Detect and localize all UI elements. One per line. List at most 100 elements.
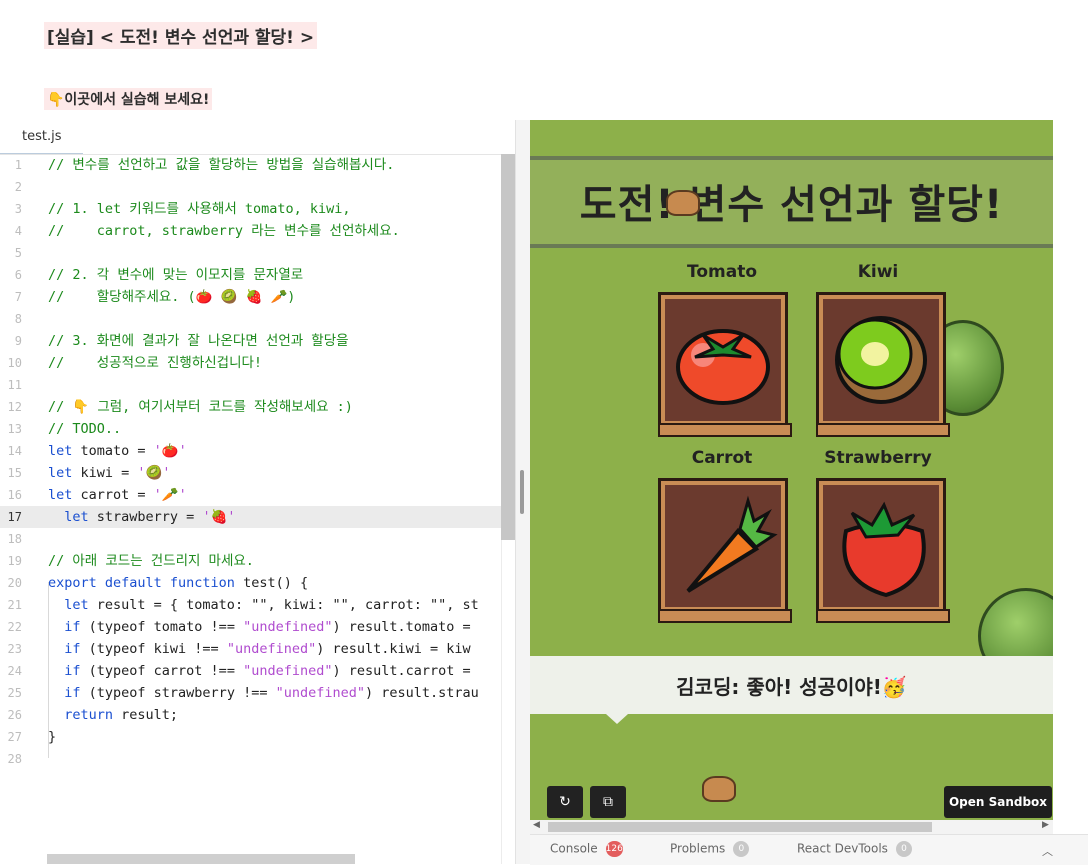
code-segment: export default function (48, 575, 235, 591)
tab-react-devtools[interactable]: React DevTools 0 (797, 841, 912, 857)
code-segment: (typeof tomato !== (80, 619, 244, 635)
code-line[interactable]: 3 // 1. let 키워드를 사용해서 tomato, kiwi, (0, 198, 515, 220)
tab-console[interactable]: Console 126 (550, 841, 623, 857)
open-new-window-button[interactable]: ⧉ (590, 786, 626, 818)
code-line[interactable]: 8 (0, 308, 515, 330)
code-segment: tomato = (72, 443, 154, 459)
code-line[interactable]: 22 if (typeof tomato !== "undefined") re… (0, 616, 515, 638)
code-segment: result = { tomato: "", kiwi: "", carrot:… (88, 597, 479, 613)
scroll-left-arrow-icon[interactable]: ◀ (533, 820, 540, 830)
code-segment: let (48, 509, 89, 525)
line-number: 13 (7, 422, 22, 436)
code-text: // TODO.. (48, 418, 121, 440)
item-label-kiwi: Kiwi (857, 262, 899, 282)
code-line[interactable]: 2 (0, 176, 515, 198)
code-segment: // carrot, strawberry 라는 변수를 선언하세요. (48, 223, 400, 239)
code-text: let kiwi = '🥝' (48, 462, 171, 484)
dialog-tail (606, 714, 628, 724)
refresh-button[interactable]: ↻ (547, 786, 583, 818)
fruit-box-tomato (658, 292, 792, 437)
preview-horizontal-scroll-thumb[interactable] (548, 822, 932, 832)
code-line[interactable]: 20 export default function test() { (0, 572, 515, 594)
code-line[interactable]: 9 // 3. 화면에 결과가 잘 나온다면 선언과 할당을 (0, 330, 515, 352)
code-segment: "undefined" (226, 641, 317, 657)
indent-guide (48, 582, 49, 758)
code-line[interactable]: 21 let result = { tomato: "", kiwi: "", … (0, 594, 515, 616)
code-segment: // 성공적으로 진행하신겁니다! (48, 355, 263, 371)
line-number: 6 (14, 268, 22, 282)
line-number: 5 (14, 246, 22, 260)
open-sandbox-button[interactable]: Open Sandbox (944, 786, 1052, 818)
code-line[interactable]: 1 // 변수를 선언하고 값을 할당하는 방법을 실습해봅시다. (0, 154, 515, 176)
line-number: 4 (14, 224, 22, 238)
line-number: 26 (7, 708, 22, 722)
line-number: 18 (7, 532, 22, 546)
code-text: if (typeof carrot !== "undefined") resul… (48, 660, 471, 682)
fruit-box-kiwi (816, 292, 950, 437)
strawberry-icon (842, 501, 926, 598)
code-line[interactable]: 12 // 👇 그럼, 여기서부터 코드를 작성해보세요 :) (0, 396, 515, 418)
code-segment: kiwi = (72, 465, 138, 481)
code-segment: if (48, 663, 81, 679)
item-label-tomato: Tomato (686, 262, 757, 282)
code-line[interactable]: 6 // 2. 각 변수에 맞는 이모지를 문자열로 (0, 264, 515, 286)
code-line[interactable]: 27} (0, 726, 515, 748)
scroll-right-arrow-icon[interactable]: ▶ (1042, 820, 1049, 830)
chevron-up-icon[interactable]: ︿ (1042, 843, 1053, 859)
code-line[interactable]: 19 // 아래 코드는 건드리지 마세요. (0, 550, 515, 572)
banner-title: 도전! 변수 선언과 할당! (579, 182, 1004, 228)
code-line[interactable]: 5 (0, 242, 515, 264)
code-line[interactable]: 11 (0, 374, 515, 396)
editor-vertical-scroll-thumb[interactable] (501, 154, 515, 540)
code-segment: carrot = (72, 487, 154, 503)
code-line[interactable]: 26 return result; (0, 704, 515, 726)
line-number: 9 (14, 334, 22, 348)
code-line[interactable]: 15 let kiwi = '🥝' (0, 462, 515, 484)
problems-count-badge: 0 (733, 841, 750, 857)
box-shelf (816, 423, 950, 437)
editor-horizontal-scroll-thumb[interactable] (47, 854, 355, 864)
line-number: 17 (7, 510, 22, 524)
devtools-count-badge: 0 (895, 841, 912, 857)
code-segment: '🥝' (137, 465, 171, 481)
code-text: // carrot, strawberry 라는 변수를 선언하세요. (48, 220, 400, 242)
code-segment: ) result.kiwi = kiw (316, 641, 471, 657)
code-segment: // 할당해주세요. (🍅 🥝 🍓 🥕) (48, 289, 296, 305)
console-count-badge: 126 (605, 841, 623, 857)
line-number: 28 (7, 752, 22, 766)
code-line[interactable]: 13 // TODO.. (0, 418, 515, 440)
code-line[interactable]: 7 // 할당해주세요. (🍅 🥝 🍓 🥕) (0, 286, 515, 308)
code-line[interactable]: 14 let tomato = '🍅' (0, 440, 515, 462)
code-line[interactable]: 17 let strawberry = '🍓' (0, 506, 515, 528)
code-line[interactable]: 18 (0, 528, 515, 550)
code-segment: // 아래 코드는 건드리지 마세요. (48, 553, 254, 569)
carrot-icon (686, 495, 778, 593)
tab-problems[interactable]: Problems 0 (670, 841, 750, 857)
line-number: 16 (7, 488, 22, 502)
code-line[interactable]: 25 if (typeof strawberry !== "undefined"… (0, 682, 515, 704)
code-text: if (typeof tomato !== "undefined") resul… (48, 616, 470, 638)
preview-pane: 도전! 변수 선언과 할당! Tomato Kiwi Carrot Strawb… (530, 120, 1053, 820)
code-segment: let (48, 443, 73, 459)
tab-label: Console (550, 841, 598, 856)
code-text: // 3. 화면에 결과가 잘 나온다면 선언과 할당을 (48, 330, 349, 352)
right-gutter (1053, 120, 1088, 820)
code-line[interactable]: 16 let carrot = '🥕' (0, 484, 515, 506)
code-line[interactable]: 10 // 성공적으로 진행하신겁니다! (0, 352, 515, 374)
line-number: 23 (7, 642, 22, 656)
code-segment: "undefined" (243, 619, 333, 635)
code-segment: return (48, 707, 114, 723)
code-line[interactable]: 24 if (typeof carrot !== "undefined") re… (0, 660, 515, 682)
file-tab[interactable]: test.js (0, 120, 84, 154)
console-bar: Console 126 Problems 0 React DevTools 0 ︿ (530, 834, 1088, 865)
code-line[interactable]: 4 // carrot, strawberry 라는 변수를 선언하세요. (0, 220, 515, 242)
box-shelf (816, 609, 950, 623)
code-segment: ) result.carrot = (332, 663, 471, 679)
code-line[interactable]: 28 (0, 748, 515, 770)
code-text: // 2. 각 변수에 맞는 이모지를 문자열로 (48, 264, 303, 286)
code-editor[interactable]: test.js 1 // 변수를 선언하고 값을 할당하는 방법을 실습해봅시다.… (0, 120, 516, 864)
line-number: 22 (7, 620, 22, 634)
pane-resize-handle[interactable] (520, 470, 524, 514)
dialog-text: 김코딩: 좋아! 성공이야!🥳 (676, 675, 907, 699)
code-line[interactable]: 23 if (typeof kiwi !== "undefined") resu… (0, 638, 515, 660)
